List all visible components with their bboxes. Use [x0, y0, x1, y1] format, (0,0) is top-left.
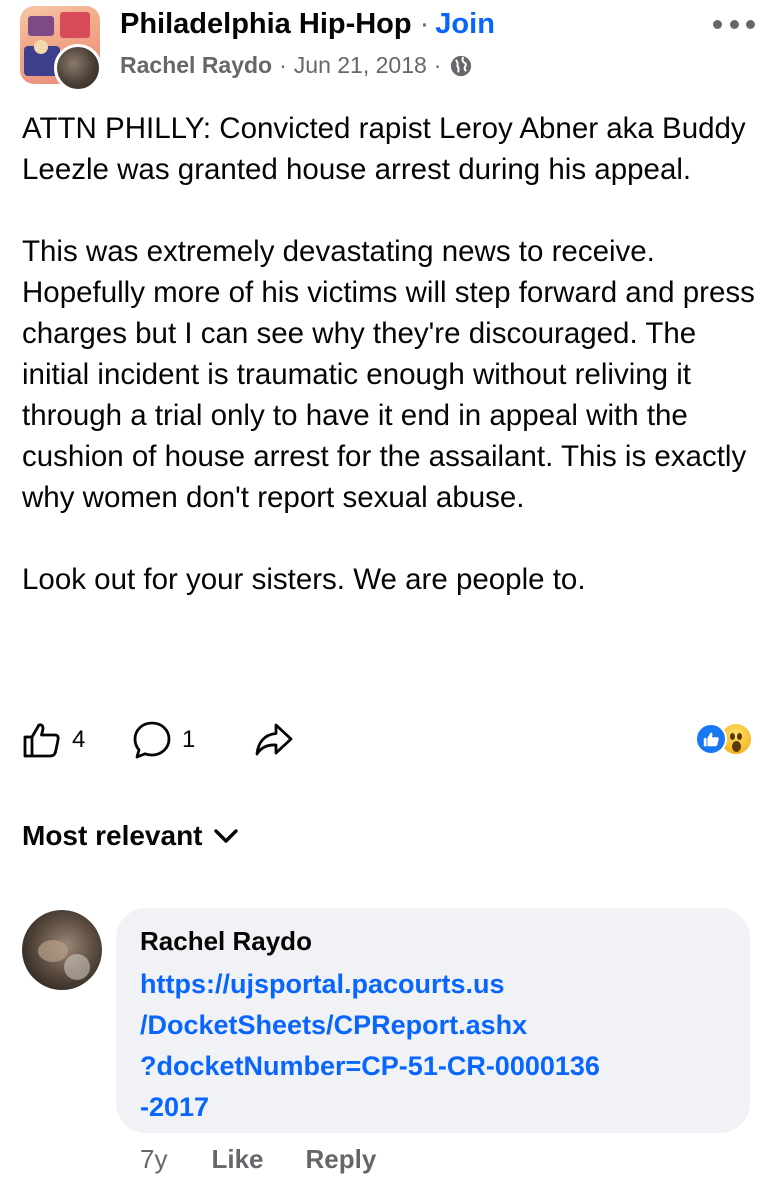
comment-actions: 7y Like Reply	[140, 1144, 376, 1175]
separator-dot: ·	[433, 52, 442, 78]
sort-label: Most relevant	[22, 820, 203, 851]
author-mini-avatar[interactable]	[54, 44, 102, 92]
share-button[interactable]	[254, 720, 294, 760]
chevron-down-icon	[213, 829, 238, 843]
comment-sort-dropdown[interactable]: Most relevant	[22, 820, 239, 852]
url-line: /DocketSheets/CPReport.ashx	[140, 1010, 528, 1040]
post-meta: Rachel Raydo · Jun 21, 2018 ·	[120, 52, 472, 79]
comment-author-link[interactable]: Rachel Raydo	[140, 924, 726, 958]
join-button[interactable]: Join	[435, 8, 495, 40]
url-line: ?docketNumber=CP-51-CR-0000136	[140, 1051, 600, 1081]
share-icon	[255, 723, 293, 756]
post-paragraph: Look out for your sisters. We are people…	[22, 563, 586, 596]
comment-count: 1	[182, 726, 196, 753]
like-count: 4	[72, 726, 86, 753]
group-name-link[interactable]: Philadelphia Hip-Hop	[120, 8, 412, 40]
separator-dot: ·	[419, 8, 430, 40]
group-avatar[interactable]	[20, 6, 104, 92]
comment-reply-button[interactable]: Reply	[306, 1144, 377, 1175]
post-action-bar: 4 1	[22, 716, 294, 764]
more-horizontal-icon[interactable]	[713, 16, 755, 32]
comment-like-button[interactable]: Like	[211, 1144, 263, 1175]
group-title-row: Philadelphia Hip-Hop · Join	[120, 8, 495, 41]
comment-icon	[133, 721, 171, 759]
comment-button[interactable]: 1	[132, 720, 254, 760]
comment-age[interactable]: 7y	[140, 1144, 167, 1175]
author-name-link[interactable]: Rachel Raydo	[120, 52, 272, 79]
separator-dot: ·	[279, 52, 287, 78]
globe-icon	[451, 55, 472, 76]
post-paragraph: This was extremely devastating news to r…	[22, 235, 755, 514]
comment-url-link[interactable]: https://ujsportal.pacourts.us /DocketShe…	[140, 964, 726, 1128]
like-button[interactable]: 4	[22, 720, 132, 760]
reaction-summary[interactable]	[695, 722, 753, 756]
post-date[interactable]: Jun 21, 2018	[294, 52, 427, 79]
commenter-avatar[interactable]	[22, 910, 102, 990]
url-line: -2017	[140, 1092, 210, 1122]
post-text: ATTN PHILLY: Convicted rapist Leroy Abne…	[22, 108, 762, 600]
thumbs-up-icon	[23, 723, 60, 758]
url-line: https://ujsportal.pacourts.us	[140, 969, 505, 999]
post-page: Philadelphia Hip-Hop · Join Rachel Raydo ·…	[0, 0, 775, 1200]
post-paragraph: ATTN PHILLY: Convicted rapist Leroy Abne…	[22, 112, 746, 186]
comment-bubble: Rachel Raydo https://ujsportal.pacourts.…	[116, 908, 750, 1133]
like-reaction-icon	[695, 723, 727, 755]
